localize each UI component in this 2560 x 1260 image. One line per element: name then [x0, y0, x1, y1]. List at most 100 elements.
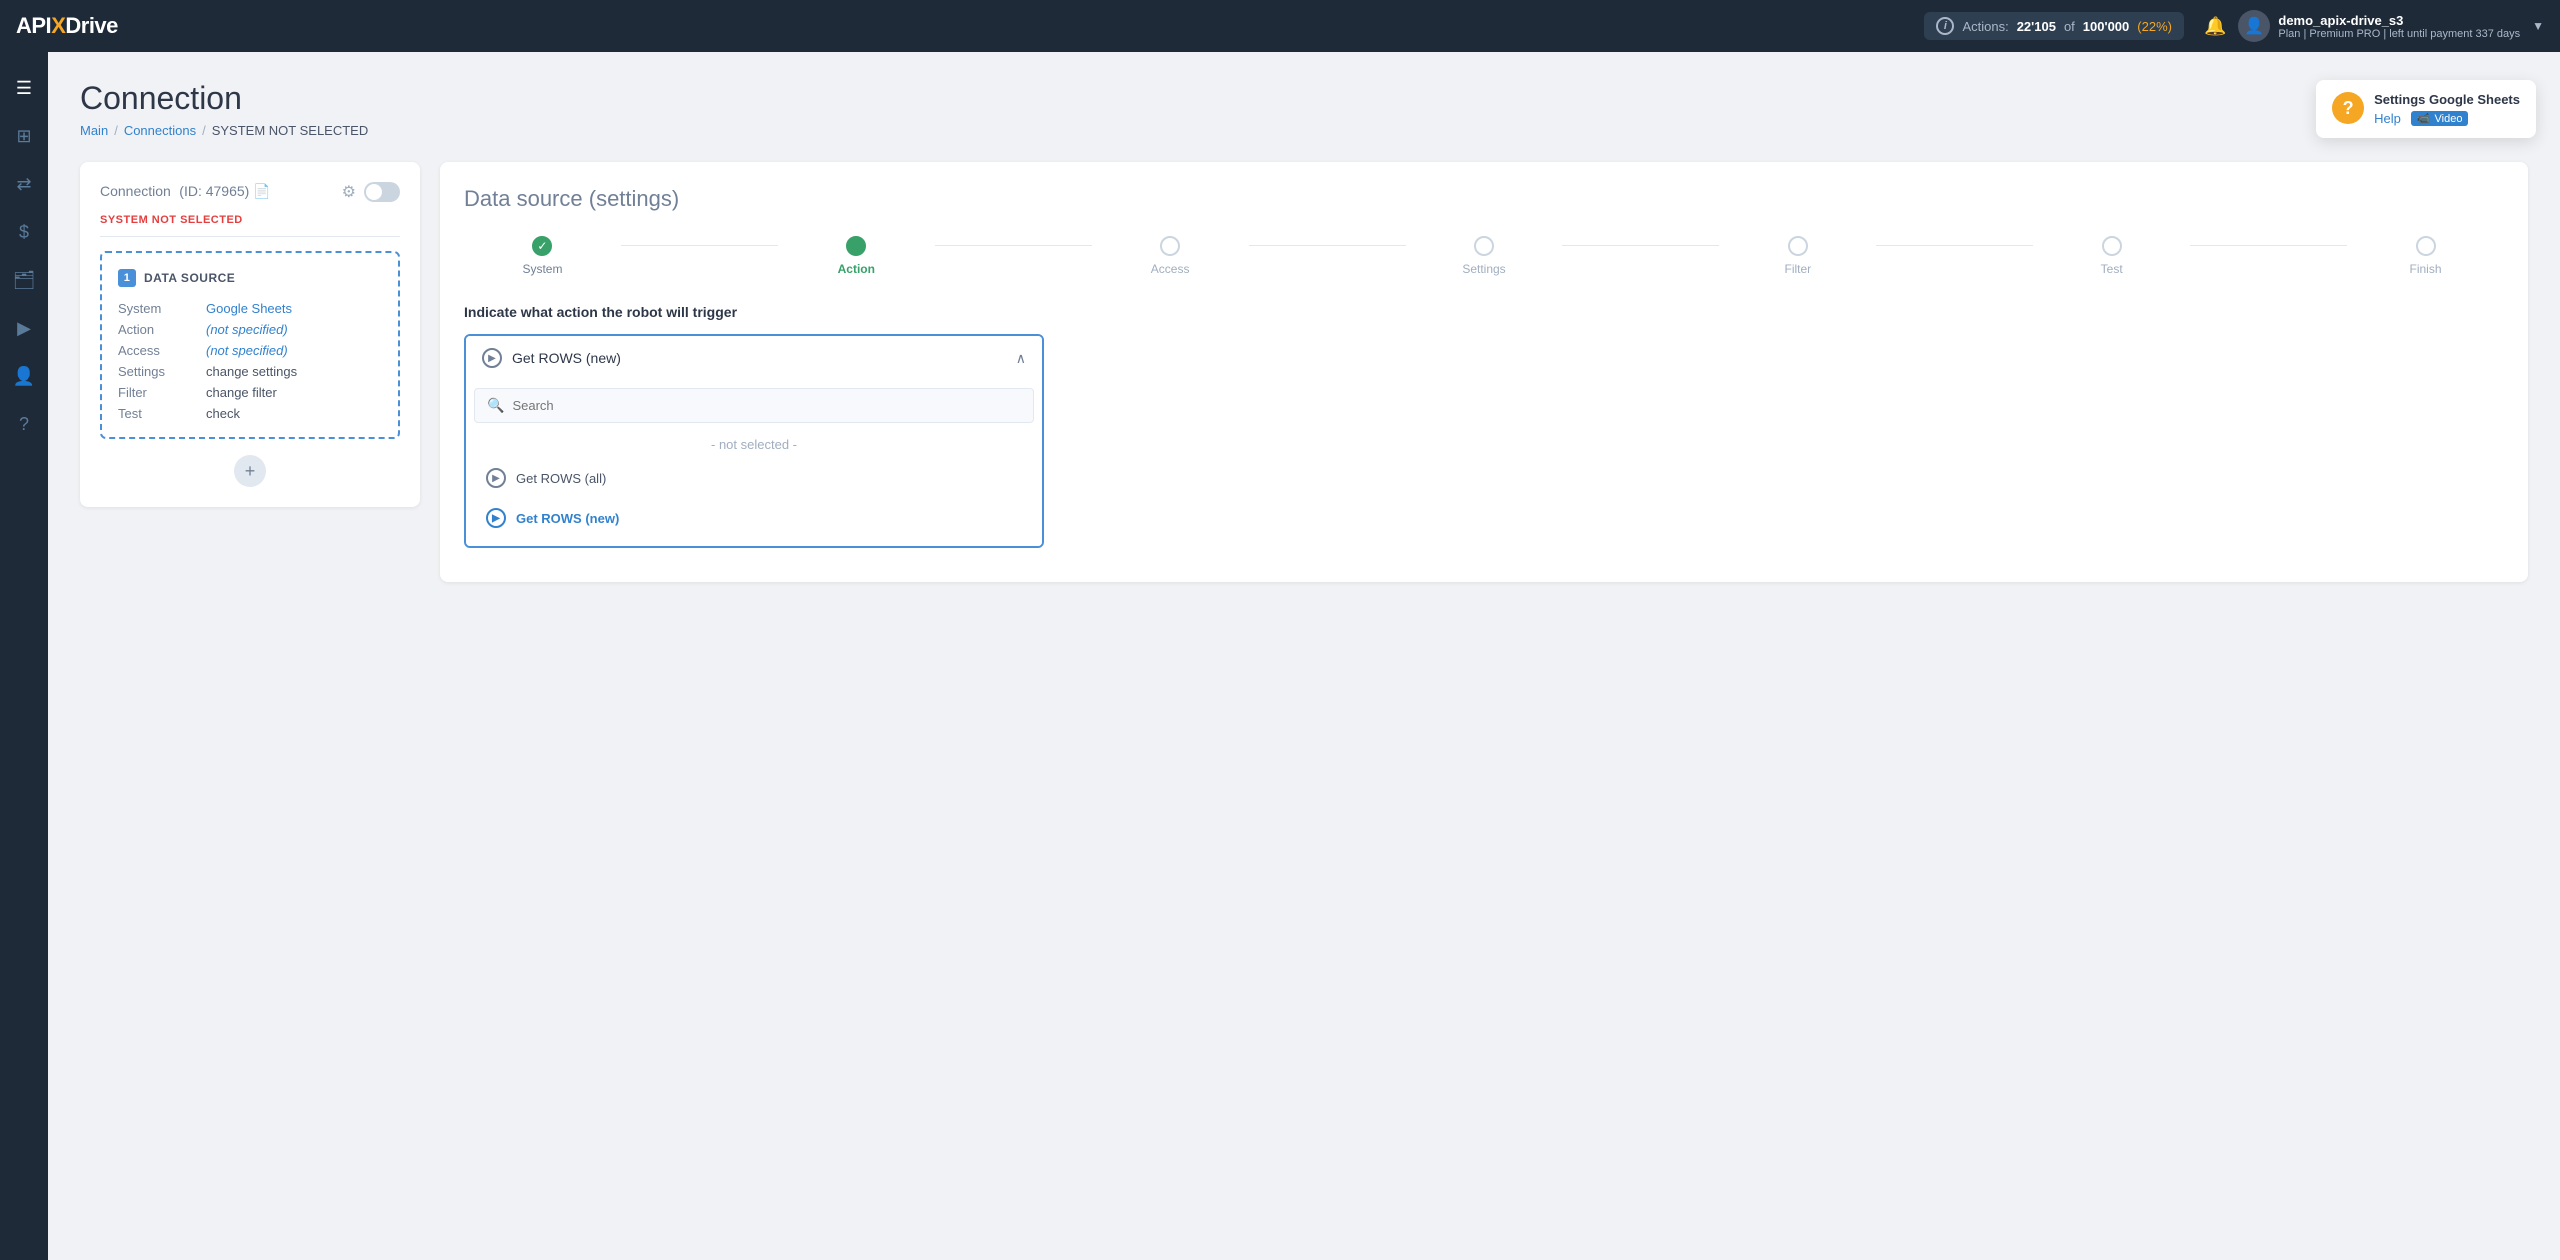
datasource-label: 1 DATA SOURCE [118, 269, 382, 287]
sidebar-item-menu[interactable]: ☰ [4, 68, 44, 108]
settings-label: Settings [118, 364, 198, 379]
card-title: Connection (ID: 47965) 📄 [100, 183, 271, 201]
settings-value[interactable]: change settings [206, 364, 382, 379]
step-circle-action [846, 236, 866, 256]
dropdown-body: 🔍 - not selected - ▶ Get ROWS (all) ▶ Ge… [466, 380, 1042, 546]
datasource-box: 1 DATA SOURCE System Google Sheets Actio… [100, 251, 400, 439]
step-label-access: Access [1151, 262, 1190, 276]
dropdown-header[interactable]: ▶ Get ROWS (new) ∧ [466, 336, 1042, 380]
option-get-rows-all[interactable]: ▶ Get ROWS (all) [474, 458, 1034, 498]
search-input[interactable] [512, 398, 1021, 413]
dropdown-selected: ▶ Get ROWS (new) [482, 348, 621, 368]
sidebar-item-profile[interactable]: 👤 [4, 356, 44, 396]
dropdown-selected-label: Get ROWS (new) [512, 350, 621, 366]
system-label: System [118, 301, 198, 316]
user-info[interactable]: 👤 demo_apix-drive_s3 Plan | Premium PRO … [2238, 10, 2544, 42]
help-link[interactable]: Help [2374, 111, 2401, 126]
action-value[interactable]: (not specified) [206, 322, 382, 337]
actions-label: Actions: [1962, 19, 2008, 34]
sidebar: ☰ ⊞ ⇄ $ 🗂 ▶ 👤 ? [0, 52, 48, 1260]
sidebar-item-dashboard[interactable]: ⊞ [4, 116, 44, 156]
datasource-number: 1 [118, 269, 136, 287]
logo-x: X [51, 13, 65, 39]
logo-drive: Drive [65, 13, 118, 39]
avatar: 👤 [2238, 10, 2270, 42]
step-circle-access [1160, 236, 1180, 256]
help-title: Settings Google Sheets [2374, 92, 2520, 107]
step-circle-finish [2416, 236, 2436, 256]
user-plan: Plan | Premium PRO | left until payment … [2278, 28, 2520, 40]
test-label: Test [118, 406, 198, 421]
step-label-settings: Settings [1462, 262, 1505, 276]
access-label: Access [118, 343, 198, 358]
step-access: Access [1092, 236, 1249, 276]
help-bubble: ? Settings Google Sheets Help 📹 Video [2316, 80, 2536, 138]
test-value[interactable]: check [206, 406, 382, 421]
step-circle-test [2102, 236, 2122, 256]
user-name: demo_apix-drive_s3 [2278, 13, 2520, 28]
action-dropdown[interactable]: ▶ Get ROWS (new) ∧ 🔍 - not selected - ▶ [464, 334, 1044, 548]
filter-label: Filter [118, 385, 198, 400]
action-prompt: Indicate what action the robot will trig… [464, 304, 2504, 320]
breadcrumb: Main / Connections / SYSTEM NOT SELECTED [80, 123, 2528, 138]
option-get-rows-new[interactable]: ▶ Get ROWS (new) [474, 498, 1034, 538]
not-selected-option[interactable]: - not selected - [474, 431, 1034, 458]
system-status: SYSTEM NOT SELECTED [100, 214, 400, 237]
actions-pct: (22%) [2137, 19, 2172, 34]
video-label: Video [2435, 113, 2463, 125]
right-card: Data source (settings) ✓ System [440, 162, 2528, 582]
actions-badge: i Actions: 22'105 of 100'000 (22%) [1924, 12, 2184, 40]
step-label-test: Test [2101, 262, 2123, 276]
breadcrumb-main[interactable]: Main [80, 123, 108, 138]
step-system: ✓ System [464, 236, 621, 276]
datasource-title: Data source (settings) [464, 186, 2504, 212]
sidebar-item-connections[interactable]: ⇄ [4, 164, 44, 204]
actions-used: 22'105 [2017, 19, 2056, 34]
video-badge[interactable]: 📹 Video [2411, 111, 2469, 126]
left-card: Connection (ID: 47965) 📄 ⚙ SYSTEM NOT SE… [80, 162, 420, 507]
breadcrumb-current: SYSTEM NOT SELECTED [212, 123, 369, 138]
sidebar-item-billing[interactable]: $ [4, 212, 44, 252]
play-circle-icon: ▶ [482, 348, 502, 368]
search-box: 🔍 [474, 388, 1034, 423]
page-title: Connection [80, 80, 2528, 117]
settings-gear-icon[interactable]: ⚙ [342, 182, 356, 202]
video-icon: 📹 [2417, 112, 2431, 125]
actions-of: of [2064, 19, 2075, 34]
datasource-info: System Google Sheets Action (not specifi… [118, 301, 382, 421]
topnav: APIXDrive i Actions: 22'105 of 100'000 (… [0, 0, 2560, 52]
card-id: (ID: 47965) 📄 [179, 183, 270, 199]
info-icon: i [1936, 17, 1954, 35]
chevron-down-icon: ▼ [2532, 19, 2544, 33]
access-value[interactable]: (not specified) [206, 343, 382, 358]
system-value[interactable]: Google Sheets [206, 301, 382, 316]
option-play-icon: ▶ [486, 468, 506, 488]
action-label: Action [118, 322, 198, 337]
stepper: ✓ System Action [464, 236, 2504, 276]
sidebar-item-help[interactable]: ? [4, 404, 44, 444]
step-finish: Finish [2347, 236, 2504, 276]
step-action: Action [778, 236, 935, 276]
add-button[interactable]: + [234, 455, 266, 487]
main-content: Connection Main / Connections / SYSTEM N… [48, 52, 2560, 1260]
step-circle-settings [1474, 236, 1494, 256]
filter-value[interactable]: change filter [206, 385, 382, 400]
actions-total: 100'000 [2083, 19, 2129, 34]
sidebar-item-play[interactable]: ▶ [4, 308, 44, 348]
logo-api: API [16, 13, 51, 39]
bell-icon[interactable]: 🔔 [2204, 16, 2226, 37]
step-circle-filter [1788, 236, 1808, 256]
card-icons: ⚙ [342, 182, 400, 202]
breadcrumb-connections[interactable]: Connections [124, 123, 196, 138]
user-details: demo_apix-drive_s3 Plan | Premium PRO | … [2278, 13, 2520, 40]
sidebar-item-projects[interactable]: 🗂 [4, 260, 44, 300]
help-question-icon: ? [2332, 92, 2364, 124]
search-icon: 🔍 [487, 397, 504, 414]
step-label-finish: Finish [2410, 262, 2442, 276]
step-filter: Filter [1719, 236, 1876, 276]
toggle-switch[interactable] [364, 182, 400, 202]
step-circle-system: ✓ [532, 236, 552, 256]
step-test: Test [2033, 236, 2190, 276]
option-play-icon-selected: ▶ [486, 508, 506, 528]
help-links: Help 📹 Video [2374, 111, 2520, 126]
